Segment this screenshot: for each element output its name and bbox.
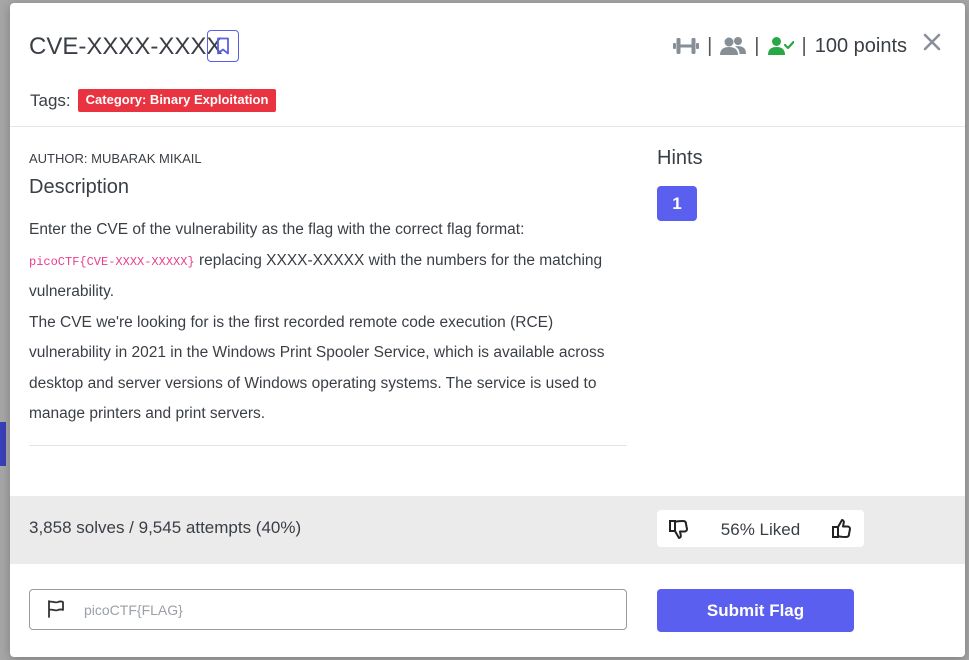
flag-input[interactable] <box>82 596 616 624</box>
points-value: 100 points <box>814 34 907 57</box>
meta-separator: | <box>801 34 807 57</box>
users-icon <box>720 37 747 55</box>
thumbs-up-icon[interactable] <box>830 518 852 540</box>
meta-separator: | <box>754 34 760 57</box>
user-check-icon <box>767 37 794 55</box>
flag-icon <box>48 600 64 618</box>
bookmark-button[interactable] <box>207 30 239 62</box>
tags-label: Tags: <box>30 90 71 110</box>
dumbbell-icon <box>673 38 700 54</box>
submit-flag-button[interactable]: Submit Flag <box>657 589 854 632</box>
rating-box: 56% Liked <box>657 510 864 547</box>
category-tag: Category: Binary Exploitation <box>77 89 277 112</box>
description-divider <box>29 445 627 446</box>
bookmark-icon <box>217 37 229 55</box>
hints-title: Hints <box>657 147 703 169</box>
submit-footer: Submit Flag <box>10 564 965 657</box>
description-paragraph2: The CVE we're looking for is the first r… <box>29 313 605 423</box>
challenge-modal: CVE-XXXX-XXXX | | | 100 points Tags: Cat… <box>10 3 965 657</box>
solves-stats: 3,858 solves / 9,545 attempts (40%) <box>29 518 302 537</box>
modal-body: AUTHOR: MUBARAK MIKAIL Description Enter… <box>10 127 965 496</box>
close-icon <box>923 33 941 51</box>
author-label: AUTHOR: MUBARAK MIKAIL <box>29 151 202 166</box>
tags-row: Tags: Category: Binary Exploitation <box>30 89 277 112</box>
hint-button-1[interactable]: 1 <box>657 186 697 221</box>
flag-input-group <box>29 589 627 630</box>
stats-bar: 3,858 solves / 9,545 attempts (40%) 56% … <box>10 496 965 564</box>
close-button[interactable] <box>921 31 943 53</box>
modal-header: CVE-XXXX-XXXX | | | 100 points Tags: Cat… <box>10 3 965 127</box>
flag-format-code: picoCTF{CVE-XXXX-XXXXX} <box>29 254 195 269</box>
background-accent-bar <box>0 422 6 466</box>
description-title: Description <box>29 176 130 198</box>
description-text: Enter the CVE of the vulnerability as th… <box>29 215 629 430</box>
meta-separator: | <box>707 34 713 57</box>
challenge-meta: | | | 100 points <box>673 33 907 59</box>
description-line1: Enter the CVE of the vulnerability as th… <box>29 221 525 238</box>
challenge-title: CVE-XXXX-XXXX <box>29 33 223 60</box>
